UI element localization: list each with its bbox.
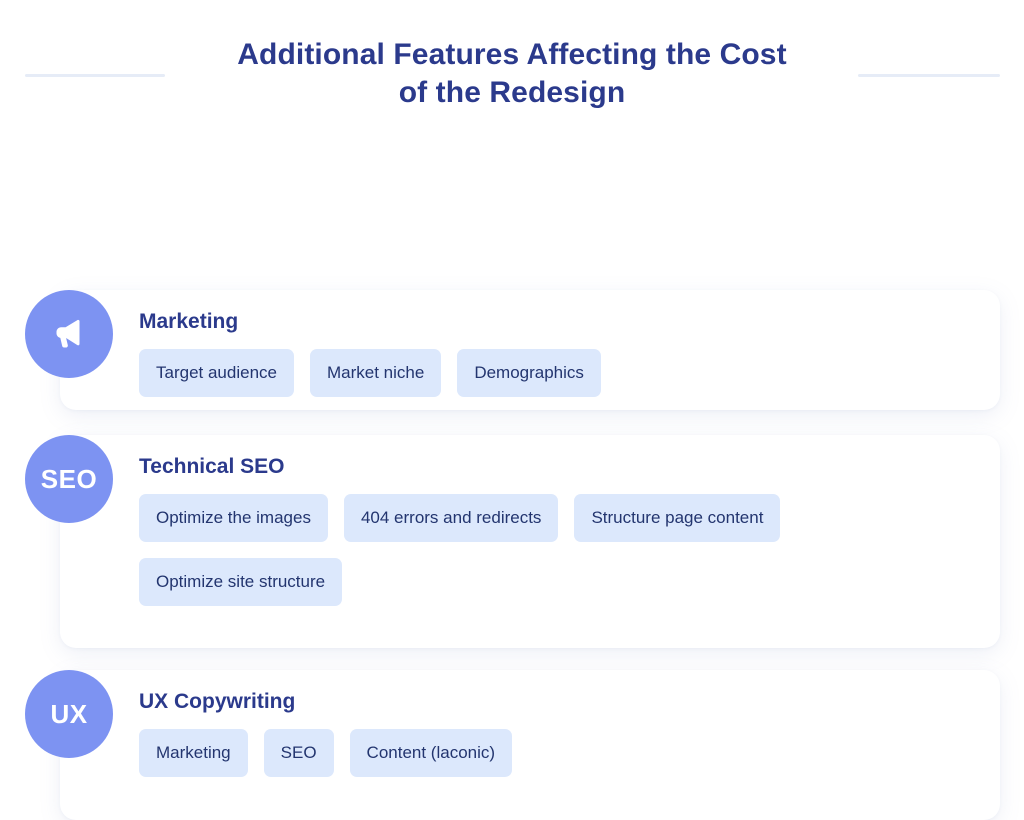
tag-item[interactable]: Marketing: [139, 729, 248, 777]
page-title-line-2: of the Redesign: [398, 76, 626, 109]
feature-card-marketing: Marketing Target audience Market niche D…: [25, 290, 1000, 410]
card-body: UX Copywriting Marketing SEO Content (la…: [139, 670, 980, 777]
card-heading: UX Copywriting: [139, 690, 296, 713]
card-body: Technical SEO Optimize the images 404 er…: [139, 435, 980, 606]
card-body: Marketing Target audience Market niche D…: [139, 290, 980, 397]
tag-item[interactable]: 404 errors and redirects: [343, 494, 559, 542]
tag-item[interactable]: Optimize site structure: [139, 558, 343, 606]
page-header: Additional Features Affecting the Cost o…: [0, 0, 1024, 130]
tag-row: Optimize the images 404 errors and redir…: [139, 494, 980, 606]
tag-item[interactable]: Market niche: [309, 349, 442, 397]
tag-row: Marketing SEO Content (laconic): [139, 729, 980, 777]
tag-item[interactable]: Demographics: [457, 349, 601, 397]
tag-item[interactable]: Optimize the images: [139, 494, 328, 542]
card-heading: Technical SEO: [139, 455, 285, 478]
badge-ux: UX: [25, 670, 113, 758]
feature-card-technical-seo: SEO Technical SEO Optimize the images 40…: [25, 435, 1000, 648]
page-title-line-1: Additional Features Affecting the Cost: [237, 38, 787, 71]
badge-label: SEO: [40, 464, 98, 494]
badge-marketing: [25, 290, 113, 378]
tag-item[interactable]: Structure page content: [574, 494, 781, 542]
page-title: Additional Features Affecting the Cost o…: [0, 36, 1024, 112]
tag-item[interactable]: Target audience: [139, 349, 294, 397]
tag-row: Target audience Market niche Demographic…: [139, 349, 980, 397]
card-heading: Marketing: [139, 310, 239, 333]
badge-label: UX: [50, 699, 88, 729]
tag-item[interactable]: SEO: [263, 729, 334, 777]
badge-seo: SEO: [25, 435, 113, 523]
feature-card-ux-copywriting: UX UX Copywriting Marketing SEO Content …: [25, 670, 1000, 820]
megaphone-icon: [49, 314, 89, 354]
tag-item[interactable]: Content (laconic): [349, 729, 513, 777]
